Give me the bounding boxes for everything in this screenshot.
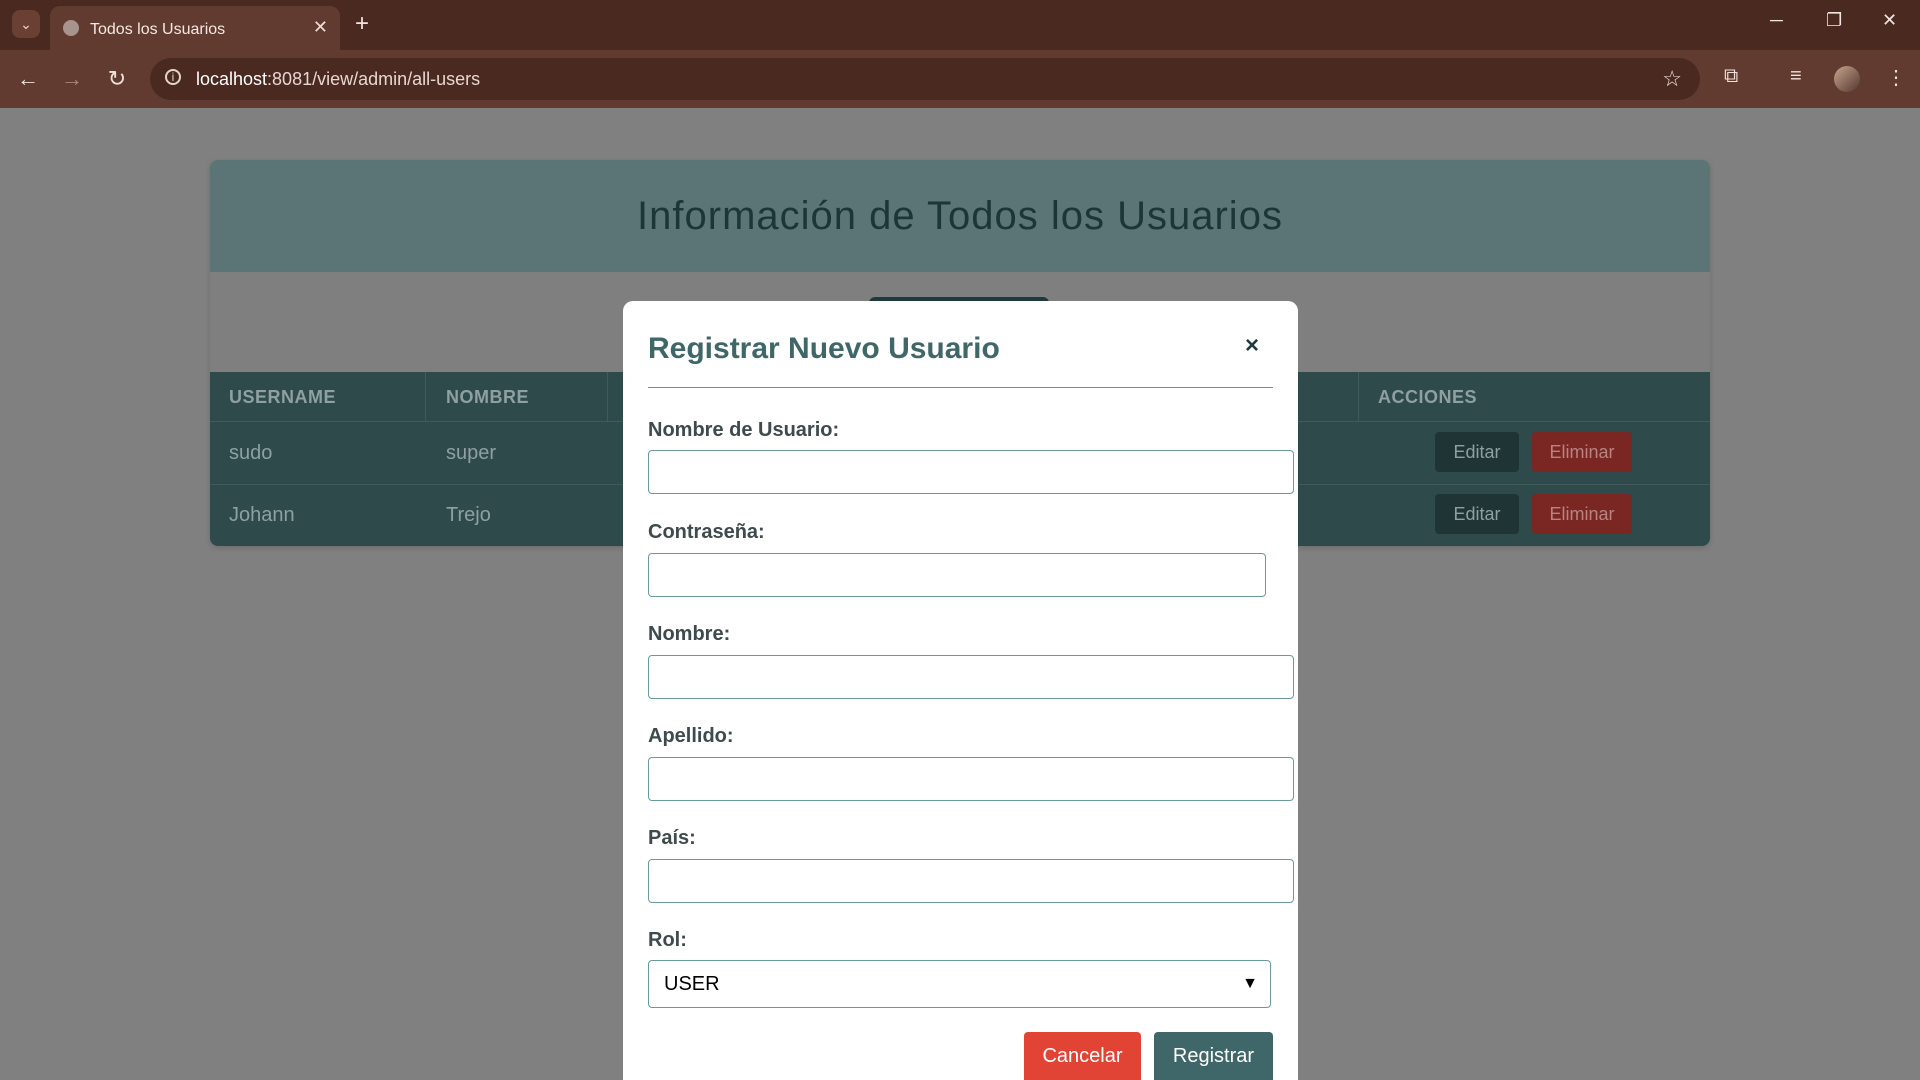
tab-search-button[interactable]: ⌄	[12, 10, 40, 38]
username-label: Nombre de Usuario:	[648, 419, 840, 441]
delete-button[interactable]: Eliminar	[1532, 432, 1632, 472]
url-host: localhost	[196, 69, 268, 89]
delete-button[interactable]: Eliminar	[1532, 494, 1632, 534]
window-close-icon[interactable]: ✕	[1882, 10, 1897, 31]
column-divider	[607, 372, 608, 421]
chevron-down-icon: ⌄	[20, 15, 32, 32]
url-path: :8081/view/admin/all-users	[267, 69, 481, 89]
tab-title: Todos los Usuarios	[90, 21, 226, 38]
password-label: Contraseña:	[648, 521, 765, 543]
card-header: Información de Todos los Usuarios	[210, 160, 1710, 272]
password-input[interactable]	[648, 553, 1266, 597]
media-control-icon[interactable]: ≡	[1790, 65, 1802, 88]
cell-nombre: Trejo	[446, 504, 491, 526]
username-input[interactable]	[648, 450, 1294, 494]
country-input[interactable]	[648, 859, 1294, 903]
cancel-button[interactable]: Cancelar	[1024, 1032, 1141, 1080]
column-header-nombre: NOMBRE	[446, 387, 529, 407]
register-user-modal: Registrar Nuevo Usuario × Nombre de Usua…	[623, 301, 1298, 1080]
menu-kebab-icon[interactable]: ⋮	[1886, 65, 1906, 90]
bookmark-star-icon[interactable]: ☆	[1662, 66, 1682, 92]
cell-username: Johann	[229, 504, 295, 526]
column-header-acciones: ACCIONES	[1378, 387, 1478, 407]
column-divider	[425, 372, 426, 421]
address-bar[interactable]: i localhost:8081/view/admin/all-users ☆	[150, 58, 1700, 100]
register-button[interactable]: Registrar	[1154, 1032, 1273, 1080]
back-arrow-icon[interactable]: ←	[14, 65, 42, 93]
role-select[interactable]: USER ▼	[648, 960, 1271, 1008]
info-icon[interactable]: i	[165, 69, 181, 85]
new-tab-icon[interactable]: +	[355, 10, 369, 38]
column-divider	[1358, 372, 1359, 421]
edit-button[interactable]: Editar	[1435, 432, 1519, 472]
modal-divider	[648, 387, 1273, 388]
restore-icon[interactable]: ❐	[1826, 10, 1842, 31]
lastname-label: Apellido:	[648, 725, 734, 747]
page-title: Información de Todos los Usuarios	[637, 194, 1283, 238]
browser-toolbar: ← → ↻ i localhost:8081/view/admin/all-us…	[0, 50, 1920, 108]
profile-avatar[interactable]	[1834, 66, 1860, 92]
role-label: Rol:	[648, 929, 687, 951]
lastname-input[interactable]	[648, 757, 1294, 801]
modal-title: Registrar Nuevo Usuario	[648, 332, 1000, 365]
reload-icon[interactable]: ↻	[103, 65, 131, 93]
close-icon[interactable]: ×	[1245, 332, 1259, 360]
forward-arrow-icon[interactable]: →	[58, 65, 86, 93]
browser-tab[interactable]: Todos los Usuarios ✕	[50, 6, 340, 50]
minimize-icon[interactable]: ─	[1770, 10, 1783, 31]
name-input[interactable]	[648, 655, 1294, 699]
edit-button[interactable]: Editar	[1435, 494, 1519, 534]
url-text: localhost:8081/view/admin/all-users	[196, 69, 480, 90]
name-label: Nombre:	[648, 623, 731, 645]
role-select-value: USER	[664, 972, 720, 995]
browser-tab-bar: ⌄ Todos los Usuarios ✕ + ─ ❐ ✕	[0, 0, 1920, 50]
extensions-icon[interactable]: ⧉	[1724, 65, 1738, 88]
column-header-username: USERNAME	[229, 387, 337, 407]
globe-icon	[63, 20, 79, 36]
tab-close-icon[interactable]: ✕	[313, 17, 328, 38]
cell-username: sudo	[229, 442, 273, 464]
cell-nombre: super	[446, 442, 497, 464]
chevron-down-icon: ▼	[1242, 975, 1258, 992]
country-label: País:	[648, 827, 696, 849]
